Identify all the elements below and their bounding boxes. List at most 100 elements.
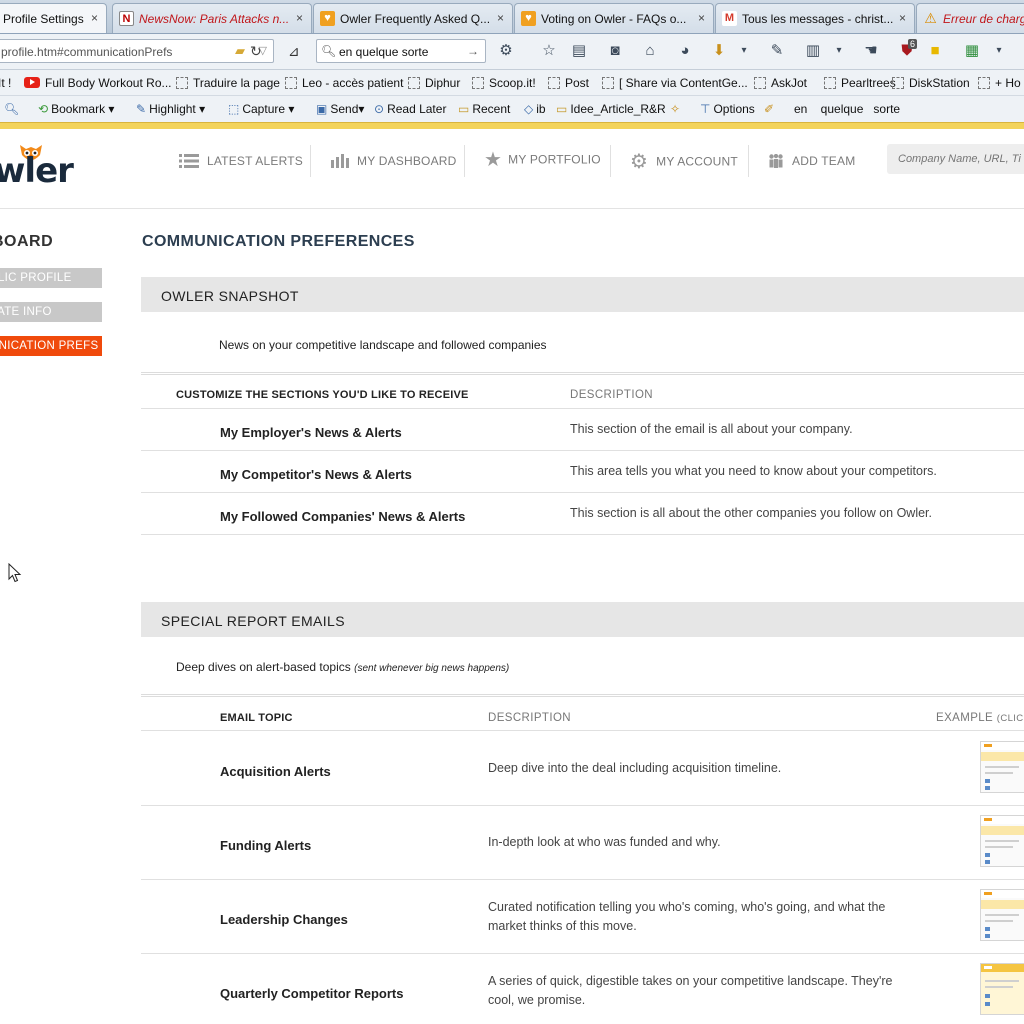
nav-my-dashboard[interactable]: MY DASHBOARD <box>331 153 457 173</box>
bookmark-diskstation[interactable]: DiskStation <box>892 76 970 90</box>
highlighter-icon[interactable]: ✐ <box>764 102 774 116</box>
nav-latest-alerts[interactable]: LATEST ALERTS <box>179 153 303 173</box>
bookmark-diphur[interactable]: Diphur <box>408 76 460 90</box>
chevron-down-icon[interactable]: ▾ <box>735 42 753 60</box>
close-icon[interactable]: × <box>497 11 504 25</box>
extension-icon[interactable]: ■ <box>926 42 944 60</box>
tab-owler-faq[interactable]: ♥ Owler Frequently Asked Q... × <box>313 3 513 33</box>
column-header-topic: EMAIL TOPIC <box>220 712 293 724</box>
idee-article-button[interactable]: ▭ Idee_Article_R&R <box>556 102 666 116</box>
nav-divider <box>310 145 311 177</box>
highlight-button[interactable]: ✎ Highlight ▾ <box>136 102 205 116</box>
search-input[interactable]: 🔍︎ en quelque sorte → <box>316 39 486 63</box>
divider <box>141 694 1024 697</box>
table-row-label[interactable]: Quarterly Competitor Reports <box>220 986 403 1001</box>
read-later-label: Read Later <box>387 102 447 116</box>
column-header-description: DESCRIPTION <box>570 389 653 401</box>
chevron-down-icon[interactable]: ▾ <box>830 42 848 60</box>
bookmark-leo[interactable]: Leo - accès patient <box>285 76 403 90</box>
close-icon[interactable]: × <box>698 11 705 25</box>
bookmark-label: Leo - accès patient <box>302 76 404 90</box>
bookmark-share[interactable]: [ Share via ContentGe... <box>602 76 748 90</box>
example-thumbnail[interactable] <box>980 815 1024 867</box>
pocket-icon[interactable]: ◙ <box>606 42 624 60</box>
bookmark-ho[interactable]: + Ho <box>978 76 1021 90</box>
download-icon[interactable]: ⬇ <box>710 42 728 60</box>
chevron-down-icon[interactable]: ▾ <box>990 42 1008 60</box>
bookmark-pearltrees[interactable]: Pearltrees <box>824 76 896 90</box>
bookmark-askjot[interactable]: AskJot <box>754 76 807 90</box>
divider <box>141 879 1024 880</box>
owler-logo[interactable]: wler <box>0 151 74 191</box>
folder-icon: ▭ <box>458 102 470 116</box>
options-button[interactable]: ⊤ Options <box>700 102 755 116</box>
tab-group-icon[interactable]: ▦ <box>963 42 981 60</box>
table-row-label[interactable]: Funding Alerts <box>220 838 311 853</box>
clipboard-icon[interactable]: ▥ <box>804 42 822 60</box>
table-row-description: This section of the email is all about y… <box>570 422 853 436</box>
close-icon[interactable]: × <box>91 11 98 25</box>
example-thumbnail[interactable] <box>980 741 1024 793</box>
divider <box>141 372 1024 375</box>
table-row-description: This section is all about the other comp… <box>570 506 932 520</box>
example-thumbnail[interactable] <box>980 889 1024 941</box>
badge-count: 6 <box>908 39 918 49</box>
addon-icon[interactable]: ⚙ <box>497 42 515 60</box>
nav-add-team[interactable]: ADD TEAM <box>768 153 855 173</box>
reading-list-icon[interactable]: ▤ <box>570 42 588 60</box>
bookmark-it[interactable]: It ! <box>0 76 11 90</box>
tab-error[interactable]: ⚠ Erreur de charge <box>916 3 1024 33</box>
close-icon[interactable]: × <box>296 11 303 25</box>
example-label: EXAMPLE <box>936 712 994 724</box>
tab-newsnow[interactable]: N NewsNow: Paris Attacks n... × <box>112 3 312 33</box>
bookmark-button[interactable]: ⟲ Bookmark ▾ <box>38 102 114 116</box>
send-button[interactable]: ▣ Send▾ <box>316 102 364 116</box>
bookmark-label: Scoop.it! <box>489 76 536 90</box>
nav-divider <box>610 145 611 177</box>
reload-icon[interactable]: ↻ <box>250 43 262 60</box>
tools-icon[interactable]: ✎ <box>768 42 786 60</box>
address-bar[interactable]: profile.htm#communicationPrefs ▰ ▽ <box>0 39 274 63</box>
column-header-sections: CUSTOMIZE THE SECTIONS YOU'D LIKE TO REC… <box>176 389 469 401</box>
bar-chart-icon <box>331 153 349 168</box>
rss-icon[interactable]: ⊿ <box>288 43 300 60</box>
nav-my-account[interactable]: ⚙ MY ACCOUNT <box>630 149 738 173</box>
column-header-description: DESCRIPTION <box>488 712 571 724</box>
company-search-input[interactable] <box>887 144 1024 174</box>
team-icon <box>769 153 783 168</box>
chat-icon[interactable]: ◕ <box>676 42 694 60</box>
table-row-description: Deep dive into the deal including acquis… <box>488 761 782 775</box>
example-thumbnail[interactable] <box>980 963 1024 1015</box>
tag-icon: ◇ <box>524 102 534 116</box>
table-row-label[interactable]: Leadership Changes <box>220 912 348 927</box>
close-icon[interactable]: × <box>899 11 906 25</box>
bookmark-full-body[interactable]: Full Body Workout Ro... <box>24 76 172 90</box>
table-row-label[interactable]: Acquisition Alerts <box>220 764 331 779</box>
read-later-button[interactable]: ⊙ Read Later <box>374 102 446 116</box>
sidebar-item-communication-prefs[interactable]: UNICATION PREFS <box>0 336 102 356</box>
tab-gmail[interactable]: M Tous les messages - christ... × <box>715 3 915 33</box>
table-row-label[interactable]: My Employer's News & Alerts <box>220 425 402 440</box>
bookmark-traduire[interactable]: Traduire la page <box>176 76 280 90</box>
wand-icon[interactable]: ✧ <box>670 102 680 116</box>
bookmark-scoopit[interactable]: Scoop.it! <box>472 76 536 90</box>
sidebar-item-public-profile[interactable]: BLIC PROFILE <box>0 268 102 288</box>
hand-icon[interactable]: ☚ <box>862 42 880 60</box>
bookmark-post[interactable]: Post <box>548 76 589 90</box>
home-icon[interactable]: ⌂ <box>641 42 659 60</box>
ib-button[interactable]: ◇ ib <box>524 102 546 116</box>
table-row-label[interactable]: My Competitor's News & Alerts <box>220 467 412 482</box>
capture-button[interactable]: ⬚ Capture ▾ <box>228 102 294 116</box>
search-icon[interactable]: 🔍︎ <box>4 102 22 116</box>
tab-voting-owler[interactable]: ♥ Voting on Owler - FAQs o... × <box>514 3 714 33</box>
sidebar-item-private-info[interactable]: VATE INFO <box>0 302 102 322</box>
table-row-label[interactable]: My Followed Companies' News & Alerts <box>220 509 465 524</box>
highlight-label: Highlight <box>149 102 196 116</box>
tab-profile-settings[interactable]: Profile Settings × <box>0 3 107 33</box>
nav-my-portfolio[interactable]: ★ MY PORTFOLIO <box>484 147 601 171</box>
folder-icon[interactable]: ▰ <box>235 43 245 59</box>
bookmark-label: Traduire la page <box>193 76 280 90</box>
arrow-right-icon[interactable]: → <box>467 44 479 58</box>
star-bookmark-icon[interactable]: ☆ <box>540 42 558 60</box>
recent-button[interactable]: ▭ Recent <box>458 102 510 116</box>
